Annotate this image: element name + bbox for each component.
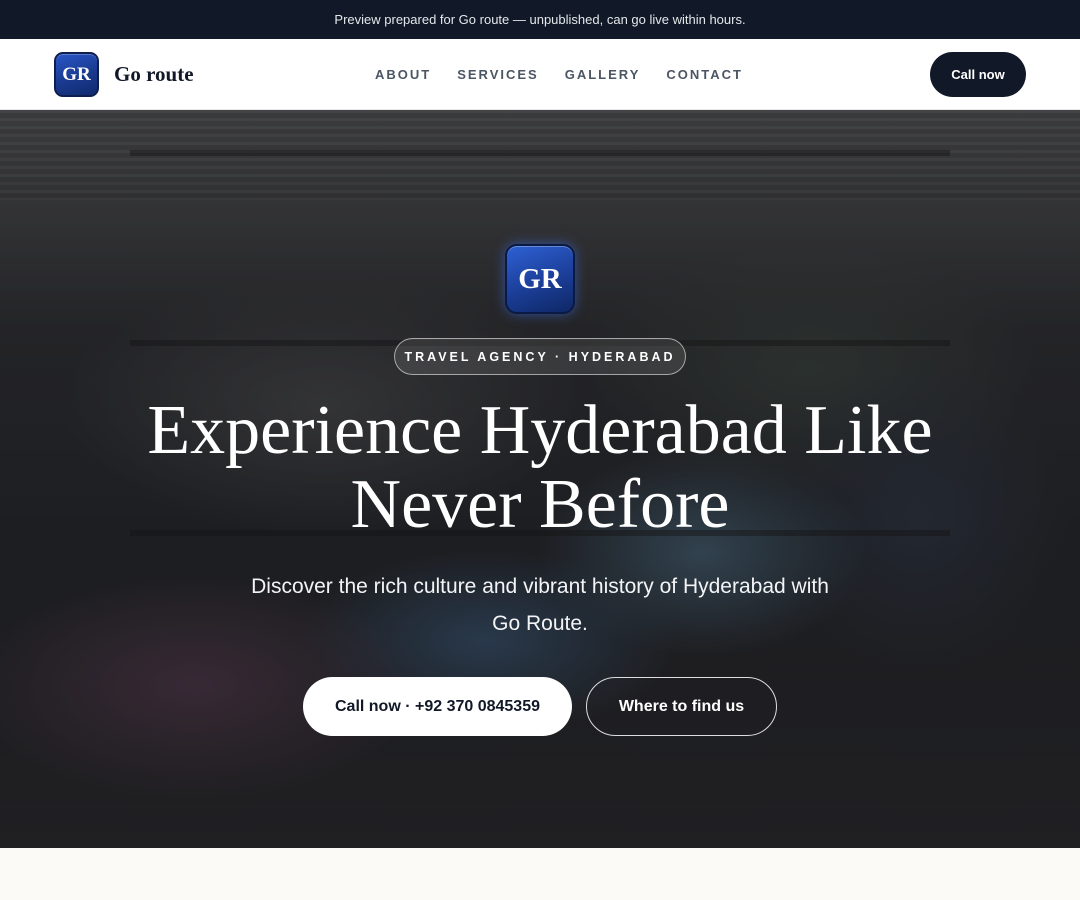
hero-subheading: Discover the rich culture and vibrant hi…	[220, 568, 860, 642]
hero-tagline-pill: TRAVEL AGENCY · HYDERABAD	[394, 338, 686, 375]
hero-logo-badge: GR	[505, 244, 575, 314]
preview-banner: Preview prepared for Go route — unpublis…	[0, 0, 1080, 39]
hero-section: GR TRAVEL AGENCY · HYDERABAD Experience …	[0, 110, 1080, 848]
hero-headline-line1: Experience Hyderabad Like	[147, 392, 933, 469]
nav-link-about[interactable]: ABOUT	[375, 67, 431, 82]
header-call-now-button[interactable]: Call now	[930, 52, 1026, 97]
brand-logo-badge: GR	[54, 52, 99, 97]
main-nav: ABOUT SERVICES GALLERY CONTACT	[375, 39, 743, 109]
nav-link-services[interactable]: SERVICES	[457, 67, 539, 82]
hero-find-us-button[interactable]: Where to find us	[586, 677, 777, 736]
hero-headline-line2: Never Before	[350, 466, 730, 543]
hero-headline: Experience Hyderabad Like Never Before	[100, 394, 980, 542]
hero-photo-detail	[130, 150, 950, 156]
nav-link-gallery[interactable]: GALLERY	[565, 67, 641, 82]
nav-link-contact[interactable]: CONTACT	[666, 67, 743, 82]
hero-subheading-line2: Go Route.	[492, 612, 588, 635]
brand-name: Go route	[114, 62, 194, 86]
hero-call-now-button[interactable]: Call now · +92 370 0845359	[303, 677, 572, 736]
brand-logo-link[interactable]: GR Go route	[54, 52, 194, 97]
preview-banner-text: Preview prepared for Go route — unpublis…	[334, 12, 746, 27]
hero-subheading-line1: Discover the rich culture and vibrant hi…	[251, 575, 829, 598]
site-header: GR Go route ABOUT SERVICES GALLERY CONTA…	[0, 39, 1080, 110]
